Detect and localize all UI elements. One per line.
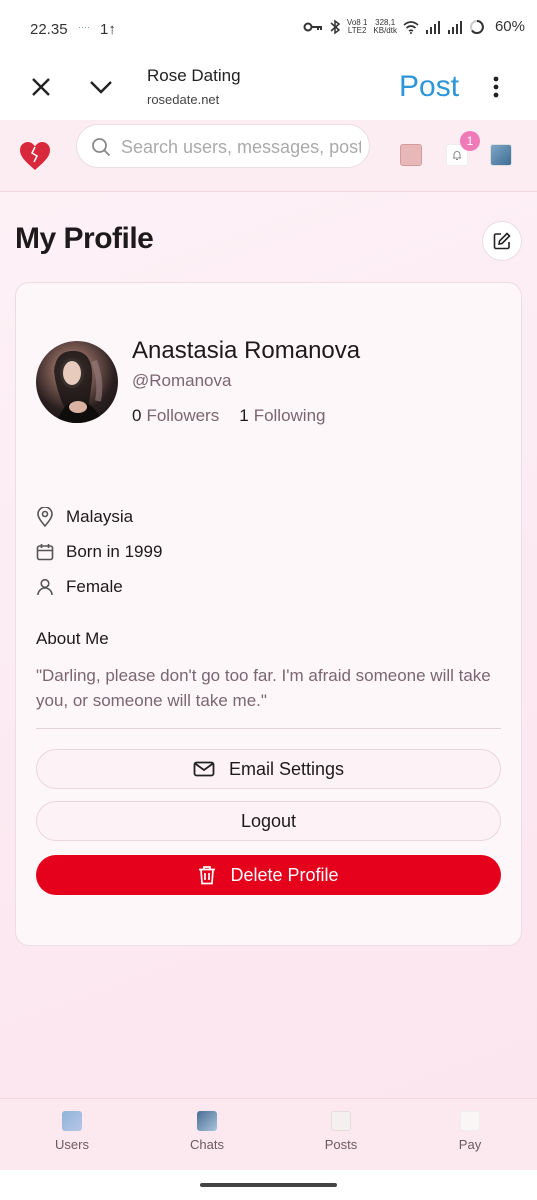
email-settings-label: Email Settings [228,758,345,779]
battery-percent: 60% [494,18,525,35]
notification-badge: 1 [460,131,480,151]
about-text: "Darling, please don't go too far. I'm a… [36,666,491,710]
bottom-nav: Users Chats Posts Pay [0,1098,537,1170]
map-pin-icon [37,507,53,527]
following-link[interactable]: 1 Following [239,406,325,426]
nav-item-chats[interactable]: Chats [167,1111,247,1152]
logout-label: Logout [240,810,297,831]
chevron-down-icon [90,81,112,94]
bell-icon [453,151,461,160]
location-row: Malaysia [36,507,133,527]
status-time: 22.35 [30,21,68,38]
more-options-button[interactable] [486,74,506,100]
logout-button[interactable]: Logout [36,801,501,841]
chats-icon [197,1111,217,1131]
nav-label: Chats [190,1137,224,1152]
page-title: My Profile [15,222,154,255]
followers-link[interactable]: 0 Followers [132,406,219,426]
user-avatar-button[interactable] [490,144,512,166]
network-speed: 328,1 KB/dtk [373,17,397,35]
birth-row: Born in 1999 [36,542,162,562]
users-icon [62,1111,82,1131]
location-text: Malaysia [66,507,134,526]
followers-count: 0 [132,406,142,425]
status-upload: 1↑ [100,21,116,38]
rose-dating-logo[interactable] [18,140,52,177]
profile-name: Anastasia Romanova [132,337,361,364]
wifi-icon [403,20,419,34]
gender-row: Female [36,577,123,597]
post-button[interactable]: Post [399,70,459,104]
profile-handle: @Romanova [132,371,232,390]
nav-label: Users [55,1137,89,1152]
delete-profile-label: Delete Profile [230,864,339,885]
follow-stats: 0 Followers 1 Following [132,406,326,426]
search-icon [92,138,111,157]
nav-item-pay[interactable]: Pay [430,1111,510,1152]
delete-profile-button[interactable]: Delete Profile [36,855,501,895]
divider [36,728,501,729]
heart-logo-icon [20,142,50,170]
status-bar: 22.35 ···· 1↑ Vo8 1 LTE2 328,1 KB/dtk 60% [0,0,537,60]
search-input[interactable] [121,135,361,159]
following-count: 1 [239,406,249,425]
vpn-key-icon [303,22,322,31]
battery-ring-icon [469,19,484,34]
avatar-photo [54,350,103,423]
app-page: 1 My Profile Anastasia Romanova @Romanov… [0,120,537,1170]
calendar-icon [36,544,54,561]
nav-label: Pay [458,1137,482,1152]
signal-icon-2 [447,20,462,34]
home-gesture-bar[interactable] [200,1183,337,1187]
gender-text: Female [66,577,123,596]
mail-icon [193,761,215,777]
bluetooth-icon [330,19,341,34]
birth-text: Born in 1999 [66,542,163,561]
nav-item-posts[interactable]: Posts [301,1111,381,1152]
following-label: Following [253,406,326,425]
header-menu-icon[interactable] [400,144,422,166]
profile-card: Anastasia Romanova @Romanova 0 Followers … [15,282,522,946]
email-settings-button[interactable]: Email Settings [36,749,501,789]
edit-profile-button[interactable] [482,221,522,261]
posts-icon [331,1111,351,1131]
profile-avatar [36,341,118,423]
app-header: 1 [0,120,537,192]
followers-label: Followers [146,406,220,425]
network-type: Vo8 1 LTE2 [346,17,368,35]
user-icon [37,578,53,596]
signal-icon [425,20,440,34]
trash-icon [199,866,216,885]
close-icon [32,78,50,96]
search-bar[interactable] [76,124,370,168]
site-title: Rose Dating [147,66,241,85]
minimize-button[interactable] [86,74,116,100]
status-mini-indicator: ···· [78,22,90,32]
nav-item-users[interactable]: Users [32,1111,112,1152]
more-vertical-icon [493,76,499,98]
about-title: About Me [36,629,109,648]
nav-label: Posts [324,1137,358,1152]
site-url: rosedate.net [147,92,220,107]
gesture-area [0,1170,537,1200]
close-button[interactable] [28,74,54,100]
status-icons: Vo8 1 LTE2 328,1 KB/dtk 60% [303,18,525,35]
edit-icon [493,232,511,250]
browser-toolbar: Rose Dating rosedate.net Post [0,60,537,120]
pay-icon [460,1111,480,1131]
